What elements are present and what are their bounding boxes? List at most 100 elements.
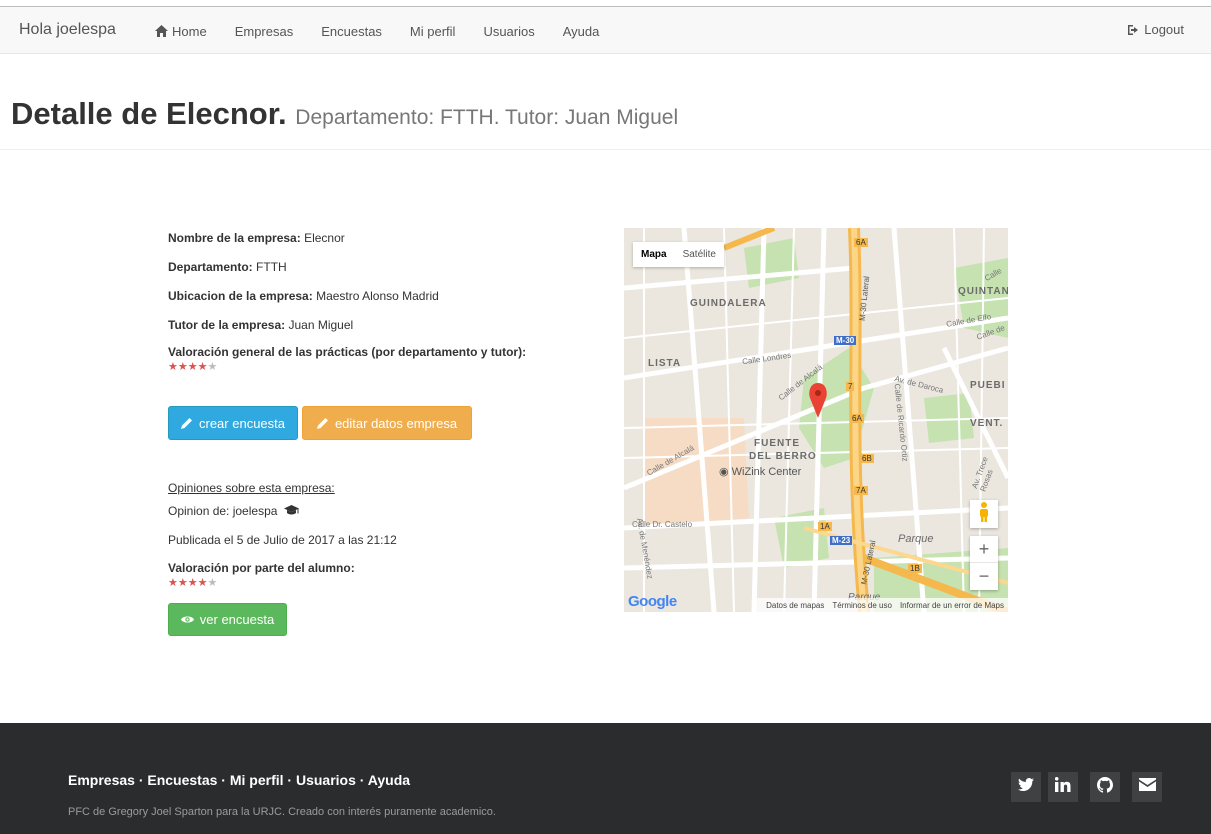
star-icon: ★ [168, 361, 178, 373]
star-empty-icon: ★ [207, 361, 218, 373]
map-route-6a-2: 6A [850, 414, 864, 423]
google-logo[interactable]: Google [628, 593, 677, 610]
map-label-lista: LISTA [648, 358, 682, 369]
edit-company-button[interactable]: editar datos empresa [302, 406, 472, 440]
map-label-fuente: FUENTE [754, 438, 800, 449]
company-tutor-row: Tutor de la empresa: Juan Miguel [168, 318, 353, 332]
map-route-7a: 7A [854, 486, 868, 495]
envelope-icon [1138, 778, 1156, 796]
logout-icon [1127, 24, 1140, 36]
zoom-in-button[interactable]: + [970, 536, 998, 563]
footer-text: PFC de Gregory Joel Sparton para la URJC… [68, 806, 496, 818]
twitter-icon [1018, 777, 1034, 797]
company-name-value: Elecnor [304, 231, 345, 245]
map-route-6a: 6A [854, 238, 868, 247]
logout-link[interactable]: Logout [1127, 22, 1184, 37]
nav-menu: Home Empresas Encuestas Mi perfil Usuari… [155, 7, 627, 55]
company-rating-stars: ★★★★★ [168, 360, 217, 373]
map-route-6b: 6B [860, 454, 874, 463]
twitter-button[interactable] [1011, 772, 1041, 802]
zoom-out-button[interactable]: − [970, 563, 998, 590]
map-terms-link[interactable]: Términos de uso [832, 601, 892, 610]
company-location-value: Maestro Alonso Madrid [316, 289, 439, 303]
linkedin-button[interactable] [1048, 772, 1078, 802]
opinion-rating-label: Valoración por parte del alumno: [168, 561, 355, 575]
star-icon: ★ [187, 361, 198, 373]
nav-item-ayuda[interactable]: Ayuda [563, 24, 600, 39]
map-type-control: Mapa Satélite [633, 242, 724, 267]
map-label-wizink: ◉ WiZink Center [719, 466, 802, 478]
star-icon: ★ [197, 361, 208, 373]
company-dept-value: FTTH [256, 260, 287, 274]
navbar: Hola joelespa Home Empresas Encuestas Mi… [0, 6, 1211, 54]
pencil-icon [316, 417, 329, 429]
nav-item-encuestas[interactable]: Encuestas [321, 24, 382, 39]
edit-company-label: editar datos empresa [334, 415, 458, 431]
venue-icon: ◉ [719, 466, 732, 478]
company-name-row: Nombre de la empresa: Elecnor [168, 231, 345, 245]
nav-item-label: Empresas [234, 23, 294, 39]
map-route-1b: 1B [908, 564, 922, 573]
footer-links[interactable]: Empresas · Encuestas · Mi perfil · Usuar… [68, 772, 410, 788]
opinion-author: Opinion de: joelespa [168, 504, 278, 518]
nav-item-home[interactable]: Home [155, 24, 207, 39]
nav-item-label: Mi perfil [409, 23, 456, 39]
nav-item-mi-perfil[interactable]: Mi perfil [410, 24, 456, 39]
site-footer: Empresas · Encuestas · Mi perfil · Usuar… [0, 723, 1211, 834]
map-route-7: 7 [846, 382, 855, 391]
page-title-text: Detalle de Elecnor. [11, 96, 287, 131]
create-survey-button[interactable]: crear encuesta [168, 406, 298, 440]
view-survey-label: ver encuesta [199, 612, 275, 627]
view-survey-button[interactable]: ver encuesta [168, 603, 287, 636]
map-shield-m23: M-23 [830, 536, 853, 545]
nav-item-label: Usuarios [483, 23, 535, 39]
eye-icon [180, 615, 194, 624]
opinion-published: Publicada el 5 de Julio de 2017 a las 21… [168, 533, 397, 547]
page-title: Detalle de Elecnor. Departamento: FTTH. … [11, 98, 678, 129]
company-tutor-label: Tutor de la empresa: [168, 318, 286, 332]
star-icon: ★ [177, 361, 188, 373]
map-label-parque: Parque [898, 533, 934, 545]
nav-item-label: Home [172, 23, 207, 39]
opinion-author-row: Opinion de: joelespa [168, 504, 299, 519]
company-rating-label: Valoración general de las prácticas (por… [168, 345, 527, 359]
map-label-del-berro: DEL BERRO [749, 451, 817, 462]
pencil-icon [181, 417, 193, 429]
company-tutor-value: Juan Miguel [288, 318, 354, 332]
map-data-link[interactable]: Datos de mapas [766, 601, 824, 610]
map-type-map[interactable]: Mapa [633, 242, 675, 267]
github-icon [1097, 776, 1113, 798]
nav-item-usuarios[interactable]: Usuarios [483, 24, 534, 39]
page-header: Detalle de Elecnor. Departamento: FTTH. … [0, 54, 1211, 150]
star-icon: ★ [187, 577, 198, 589]
create-survey-label: crear encuesta [199, 415, 285, 431]
company-location-row: Ubicacion de la empresa: Maestro Alonso … [168, 289, 439, 303]
street-view-pegman[interactable] [970, 500, 998, 528]
map-shield-m30: M-30 [834, 336, 857, 345]
map-label-quintana: QUINTAN [958, 286, 1008, 297]
company-dept-label: Departamento: [168, 260, 253, 274]
company-rating-row: Valoración general de las prácticas (por… [168, 345, 526, 359]
email-button[interactable] [1132, 772, 1162, 802]
company-dept-row: Departamento: FTTH [168, 260, 287, 274]
graduation-cap-icon [283, 504, 299, 519]
opinion-rating-stars: ★★★★★ [168, 576, 217, 589]
github-button[interactable] [1090, 772, 1120, 802]
star-icon: ★ [197, 577, 208, 589]
map-type-satellite[interactable]: Satélite [675, 242, 724, 267]
star-icon: ★ [177, 577, 188, 589]
nav-item-label: Encuestas [321, 23, 382, 39]
map-tiles [624, 228, 1008, 612]
map-report-link[interactable]: Informar de un error de Maps [900, 601, 1004, 610]
navbar-brand[interactable]: Hola joelespa [19, 21, 116, 39]
star-icon: ★ [168, 577, 178, 589]
company-name-label: Nombre de la empresa: [168, 231, 301, 245]
zoom-control: + − [970, 536, 998, 590]
map-attribution: Datos de mapas Términos de uso Informar … [754, 598, 1008, 612]
nav-item-empresas[interactable]: Empresas [235, 24, 294, 39]
pegman-icon [978, 501, 990, 527]
logout-label: Logout [1144, 22, 1184, 37]
google-map[interactable]: GUINDALERA LISTA QUINTAN PUEBI VENT. FUE… [624, 228, 1008, 612]
star-empty-icon: ★ [207, 577, 218, 589]
opinion-rating-row: Valoración por parte del alumno: [168, 561, 355, 575]
